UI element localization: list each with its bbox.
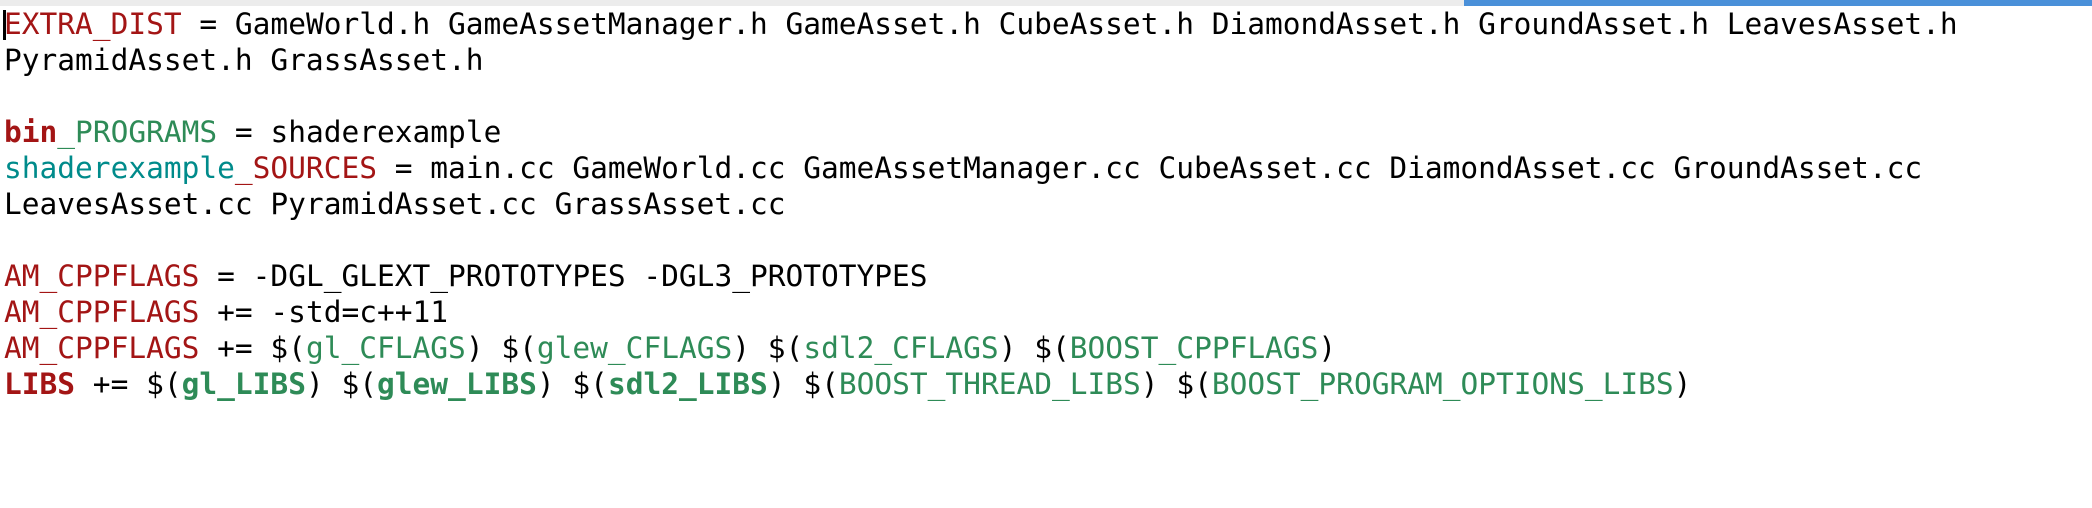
var-ref: $(BOOST_PROGRAM_OPTIONS_LIBS)	[1176, 367, 1691, 401]
separator	[786, 367, 804, 401]
variable-name: EXTRA_DIST	[4, 7, 182, 41]
var-ref-name: sdl2_LIBS	[607, 367, 768, 401]
text-editor[interactable]: EXTRA_DIST = GameWorld.h GameAssetManage…	[0, 0, 2092, 508]
assignment-operator: =	[181, 7, 235, 41]
var-ref-name: glew_LIBS	[377, 367, 537, 401]
var-ref-open: $(	[767, 331, 804, 365]
variable-name: AM_CPPFLAGS	[4, 259, 200, 293]
var-ref-open: $(	[270, 331, 306, 365]
var-ref-close: )	[465, 331, 484, 365]
assignment-operator: +=	[199, 331, 271, 365]
variable-name-suffix: _PROGRAMS	[57, 115, 218, 149]
variable-name-prefix: bin	[4, 115, 58, 149]
var-ref-name: BOOST_THREAD_LIBS	[838, 367, 1141, 401]
var-ref-close: )	[998, 331, 1017, 365]
var-ref-name: glew_CFLAGS	[536, 331, 733, 365]
variable-value: -std=c++11	[270, 295, 449, 329]
separator	[750, 331, 768, 365]
code-line-2: PyramidAsset.h GrassAsset.h	[4, 42, 2092, 78]
var-ref: $(sdl2_LIBS)	[572, 367, 785, 401]
var-ref-close: )	[305, 367, 324, 401]
var-ref: $(gl_LIBS)	[146, 367, 324, 401]
variable-value: LeavesAsset.cc PyramidAsset.cc GrassAsse…	[4, 187, 786, 221]
var-ref-name: gl_LIBS	[181, 367, 306, 401]
var-ref-close: )	[536, 367, 555, 401]
code-area[interactable]: EXTRA_DIST = GameWorld.h GameAssetManage…	[4, 6, 2092, 402]
separator	[1159, 367, 1177, 401]
var-ref-open: $(	[1176, 367, 1212, 401]
code-line-1: EXTRA_DIST = GameWorld.h GameAssetManage…	[4, 6, 2092, 42]
var-ref-open: $(	[1034, 331, 1070, 365]
assignment-operator: =	[376, 151, 431, 185]
code-line-6: LeavesAsset.cc PyramidAsset.cc GrassAsse…	[4, 186, 2092, 222]
separator	[555, 367, 573, 401]
assignment-operator: +=	[75, 367, 147, 401]
code-line-11: LIBS += $(gl_LIBS) $(glew_LIBS) $(sdl2_L…	[4, 366, 2092, 402]
variable-name: AM_CPPFLAGS	[4, 295, 200, 329]
var-ref: $(BOOST_CPPFLAGS)	[1034, 331, 1336, 365]
code-line-4: bin_PROGRAMS = shaderexample	[4, 114, 2092, 150]
var-ref: $(sdl2_CFLAGS)	[768, 331, 1017, 365]
var-ref-open: $(	[803, 367, 839, 401]
var-ref-close: )	[1318, 331, 1337, 365]
separator	[1016, 331, 1034, 365]
variable-name: LIBS	[4, 367, 76, 401]
variable-name-suffix: _SOURCES	[234, 151, 377, 185]
var-ref-open: $(	[341, 367, 378, 401]
var-ref: $(glew_CFLAGS)	[501, 331, 750, 365]
var-ref-close: )	[1673, 367, 1692, 401]
var-ref: $(BOOST_THREAD_LIBS)	[803, 367, 1158, 401]
code-line-8: AM_CPPFLAGS = -DGL_GLEXT_PROTOTYPES -DGL…	[4, 258, 2092, 294]
var-ref-open: $(	[501, 331, 537, 365]
separator	[324, 367, 342, 401]
code-line-10: AM_CPPFLAGS += $(gl_CFLAGS) $(glew_CFLAG…	[4, 330, 2092, 366]
variable-value: shaderexample	[270, 115, 502, 149]
var-ref-name: BOOST_PROGRAM_OPTIONS_LIBS	[1211, 367, 1674, 401]
code-line-5: shaderexample_SOURCES = main.cc GameWorl…	[4, 150, 2092, 186]
variable-name-prefix: shaderexample	[4, 151, 235, 185]
assignment-operator: =	[217, 115, 271, 149]
var-ref: $(glew_LIBS)	[341, 367, 554, 401]
var-ref-open: $(	[572, 367, 608, 401]
var-ref-close: )	[732, 331, 751, 365]
var-ref-name: gl_CFLAGS	[305, 331, 466, 365]
var-ref-close: )	[1140, 367, 1159, 401]
variable-value: -DGL_GLEXT_PROTOTYPES -DGL3_PROTOTYPES	[252, 259, 928, 293]
variable-value: GameWorld.h GameAssetManager.h GameAsset…	[234, 7, 1958, 41]
variable-value: main.cc GameWorld.cc GameAssetManager.cc…	[430, 151, 1923, 185]
assignment-operator: +=	[199, 295, 271, 329]
var-ref: $(gl_CFLAGS)	[270, 331, 483, 365]
assignment-operator: =	[199, 259, 253, 293]
var-ref-open: $(	[146, 367, 182, 401]
variable-name: AM_CPPFLAGS	[4, 331, 200, 365]
separator	[484, 331, 502, 365]
variable-value: PyramidAsset.h GrassAsset.h	[4, 43, 484, 77]
var-ref-name: sdl2_CFLAGS	[803, 331, 999, 365]
var-ref-name: BOOST_CPPFLAGS	[1069, 331, 1319, 365]
var-ref-close: )	[767, 367, 786, 401]
code-line-9: AM_CPPFLAGS += -std=c++11	[4, 294, 2092, 330]
